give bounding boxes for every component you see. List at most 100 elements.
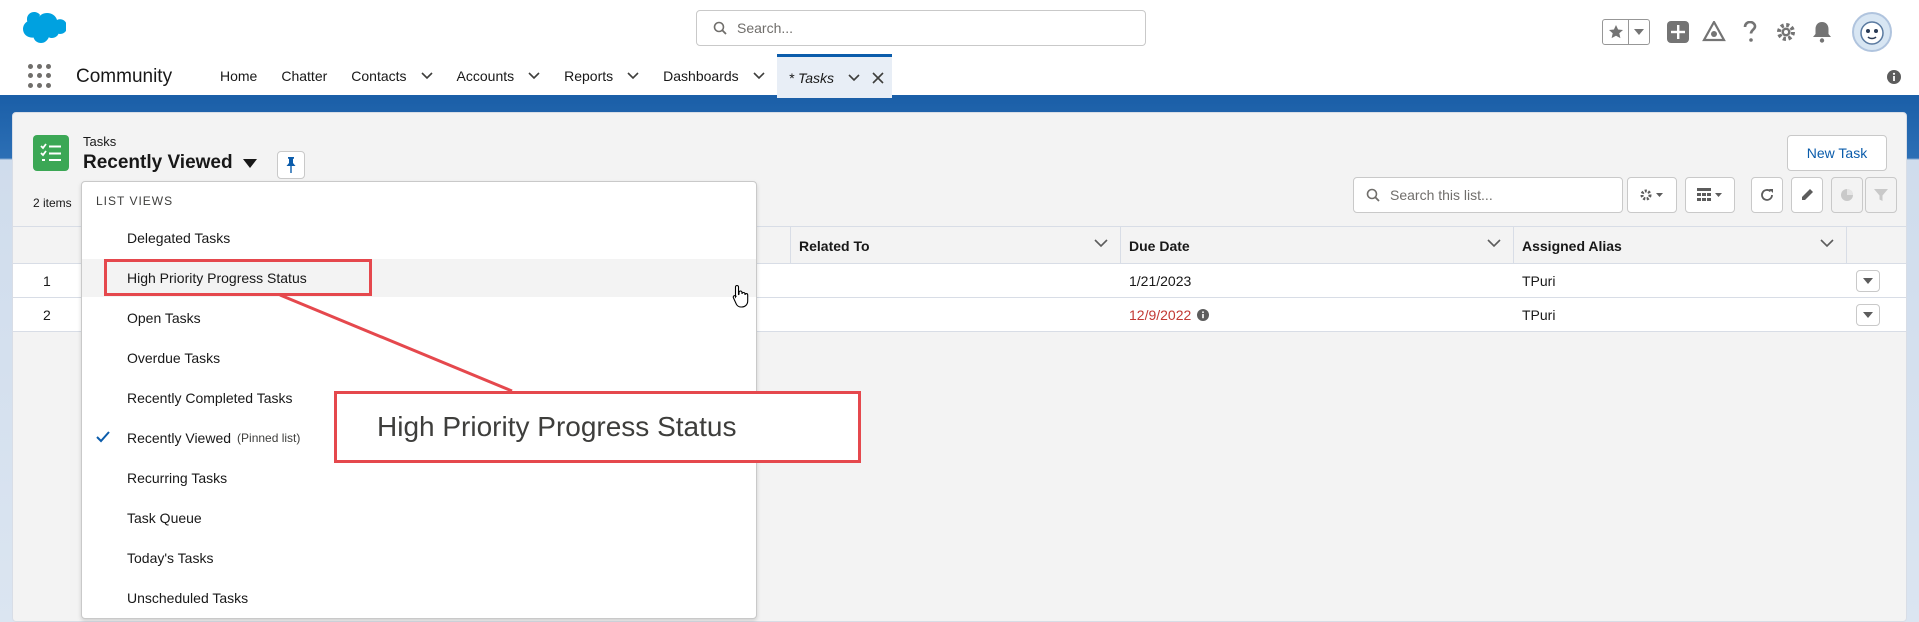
list-view-option[interactable]: Recurring Tasks — [82, 459, 756, 497]
row-actions-button[interactable] — [1856, 270, 1880, 292]
nav-item-label: Contacts — [351, 68, 407, 84]
chevron-down-icon[interactable] — [420, 72, 433, 80]
help-icon[interactable] — [1738, 20, 1762, 44]
row-number: 2 — [43, 306, 51, 323]
chevron-down-icon[interactable] — [528, 72, 540, 80]
task-object-icon — [33, 135, 69, 171]
chevron-down-icon[interactable] — [1820, 239, 1834, 248]
caret-down-icon — [242, 158, 257, 168]
due-date-cell: 12/9/2022 — [1129, 298, 1210, 331]
list-search-input[interactable]: Search this list... — [1353, 177, 1623, 213]
list-view-option-label: Task Queue — [127, 510, 202, 526]
nav-item-label: Accounts — [456, 68, 515, 84]
annotation-callout: High Priority Progress Status — [334, 391, 861, 463]
app-launcher-icon[interactable] — [28, 64, 52, 88]
info-icon[interactable] — [1887, 70, 1901, 84]
close-icon[interactable] — [872, 71, 884, 84]
star-icon[interactable] — [1603, 20, 1629, 44]
chevron-down-icon[interactable] — [1629, 20, 1649, 44]
filter-icon — [1874, 189, 1888, 201]
bell-icon[interactable] — [1810, 20, 1834, 44]
nav-item-chatter[interactable]: Chatter — [269, 54, 339, 98]
nav-item-label: Reports — [564, 68, 614, 84]
object-label: Tasks — [83, 134, 117, 149]
chevron-down-icon[interactable] — [1094, 239, 1108, 248]
due-date-value: 12/9/2022 — [1129, 306, 1192, 323]
checkmark-icon — [96, 431, 110, 443]
pin-icon — [286, 157, 296, 173]
list-views-heading: LIST VIEWS — [96, 194, 174, 208]
annotation-highlight-box — [104, 259, 372, 296]
list-settings-button[interactable] — [1627, 177, 1677, 213]
list-view-option-label: Recently Completed Tasks — [127, 390, 293, 406]
list-view-option[interactable]: Delegated Tasks — [82, 219, 756, 257]
list-view-option-label: Open Tasks — [127, 310, 201, 326]
search-icon — [713, 21, 727, 35]
column-header-related-to[interactable]: Related To — [790, 227, 1120, 264]
charts-button[interactable] — [1831, 177, 1863, 213]
app-navigation-bar: Community Home Chatter Contacts Accounts Rep… — [0, 54, 1919, 98]
nav-item-label: * Tasks — [788, 69, 835, 86]
salesforce-logo[interactable] — [18, 12, 66, 46]
hand-cursor-icon — [732, 284, 749, 308]
column-header-due-date[interactable]: Due Date — [1120, 227, 1513, 264]
edit-icon — [1802, 189, 1813, 200]
chevron-down-icon[interactable] — [848, 73, 860, 82]
nav-item-home[interactable]: Home — [208, 54, 269, 98]
refresh-button[interactable] — [1751, 177, 1783, 213]
table-icon — [1697, 188, 1722, 201]
item-count: 2 items — [33, 196, 72, 210]
caret-down-icon — [1863, 312, 1873, 318]
assigned-alias-cell[interactable]: TPuri — [1522, 264, 1555, 297]
nav-item-label: Chatter — [281, 68, 328, 84]
pin-list-button[interactable] — [277, 151, 305, 179]
column-header-actions — [1846, 227, 1906, 264]
row-number: 1 — [43, 272, 51, 289]
new-task-button[interactable]: New Task — [1787, 135, 1887, 171]
display-as-button[interactable] — [1685, 177, 1735, 213]
caret-down-icon — [1863, 278, 1873, 284]
list-view-option-label: Overdue Tasks — [127, 350, 221, 366]
nav-item-accounts[interactable]: Accounts — [445, 54, 553, 98]
global-search-input[interactable]: Search... — [696, 10, 1146, 46]
trailhead-icon[interactable] — [1702, 20, 1726, 44]
chevron-down-icon[interactable] — [627, 72, 639, 80]
edit-button[interactable] — [1791, 177, 1823, 213]
gear-icon — [1640, 189, 1663, 201]
list-view-option[interactable]: Overdue Tasks — [82, 339, 756, 377]
pinned-note: (Pinned list) — [237, 431, 301, 445]
gear-icon[interactable] — [1774, 20, 1798, 44]
chevron-down-icon[interactable] — [753, 72, 765, 80]
filter-button[interactable] — [1865, 177, 1897, 213]
nav-item-dashboards[interactable]: Dashboards — [651, 54, 777, 98]
list-search-placeholder: Search this list... — [1390, 187, 1493, 203]
list-view-option[interactable]: Today's Tasks — [82, 539, 756, 577]
assigned-alias-cell[interactable]: TPuri — [1522, 298, 1555, 331]
avatar[interactable] — [1852, 12, 1892, 52]
list-view-option[interactable]: Unscheduled Tasks — [82, 579, 756, 617]
refresh-icon — [1761, 189, 1773, 201]
nav-item-contacts[interactable]: Contacts — [339, 54, 444, 98]
global-search-placeholder: Search... — [737, 20, 794, 36]
info-icon[interactable] — [1197, 308, 1210, 321]
chart-icon — [1841, 189, 1853, 201]
nav-item-reports[interactable]: Reports — [552, 54, 651, 98]
search-icon — [1366, 188, 1380, 202]
list-view-option[interactable]: Open Tasks — [82, 299, 756, 337]
global-header: Search... — [0, 0, 1919, 54]
nav-item-tasks[interactable]: * Tasks — [776, 54, 893, 98]
add-icon[interactable] — [1666, 20, 1690, 44]
list-view-option-label: Recently Viewed — [127, 430, 232, 446]
list-view-option-label: Recurring Tasks — [127, 470, 228, 486]
chevron-down-icon[interactable] — [1487, 239, 1501, 248]
column-header-assigned-alias[interactable]: Assigned Alias — [1513, 227, 1846, 264]
annotation-callout-text: High Priority Progress Status — [377, 411, 737, 442]
favorites-group — [1602, 19, 1650, 45]
list-view-selector[interactable]: Recently Viewed — [83, 152, 257, 174]
list-view-option[interactable]: Task Queue — [82, 499, 756, 537]
due-date-cell: 1/21/2023 — [1129, 272, 1192, 289]
app-name: Community — [76, 66, 173, 87]
row-actions-button[interactable] — [1856, 304, 1880, 326]
nav-item-label: Home — [220, 68, 258, 84]
list-view-option-label: Today's Tasks — [127, 550, 214, 566]
